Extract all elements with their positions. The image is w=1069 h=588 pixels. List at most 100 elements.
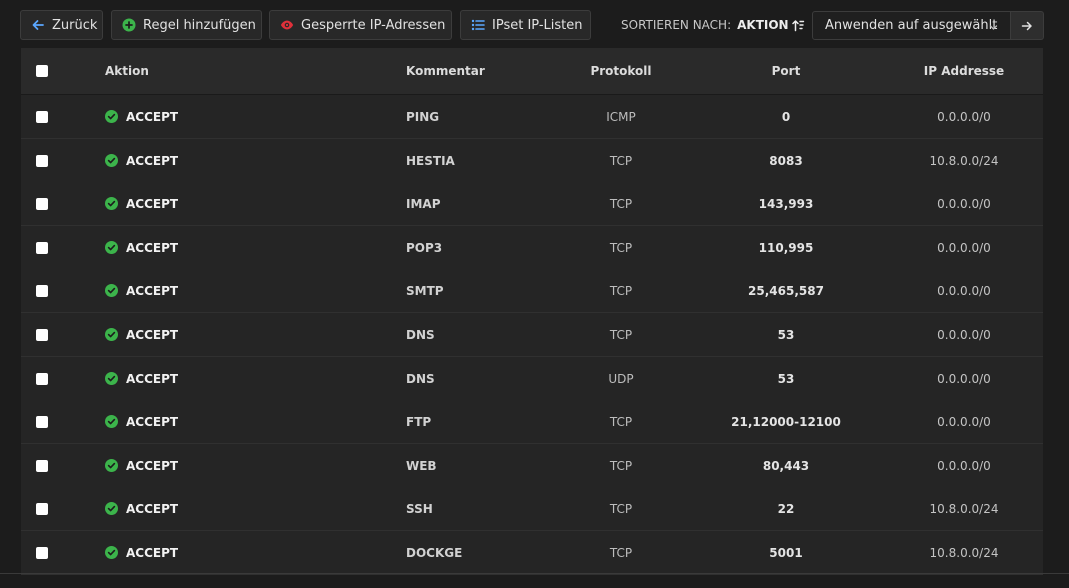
row-checkbox[interactable] — [36, 546, 48, 559]
rule-protocol: TCP — [609, 414, 633, 429]
row-checkbox[interactable] — [36, 459, 48, 472]
rule-port: 5001 — [769, 545, 803, 560]
check-circle-icon — [105, 284, 118, 297]
rule-protocol: TCP — [609, 458, 633, 473]
row-checkbox[interactable] — [36, 284, 48, 297]
column-header-comment[interactable]: Kommentar — [406, 48, 485, 94]
rule-comment: WEB — [406, 458, 437, 473]
row-checkbox[interactable] — [36, 328, 48, 341]
rule-action-label: ACCEPT — [126, 283, 179, 298]
rule-port: 21,12000-12100 — [731, 414, 841, 429]
bulk-action-value: Anwenden auf ausgewählt — [825, 18, 998, 33]
table-row[interactable]: ACCEPT FTP TCP 21,12000-12100 0.0.0.0/0 — [21, 400, 1043, 444]
sort-control: SORTIEREN NACH: AKTION — [621, 18, 805, 32]
rule-action: ACCEPT — [105, 269, 178, 312]
row-checkbox[interactable] — [36, 154, 48, 167]
rule-protocol: TCP — [609, 283, 633, 298]
column-header-protocol[interactable]: Protokoll — [561, 48, 681, 94]
ipset-lists-button[interactable]: IPset IP-Listen — [460, 10, 591, 40]
row-checkbox[interactable] — [36, 197, 48, 210]
back-button-label: Zurück — [52, 17, 98, 33]
table-row[interactable]: ACCEPT IMAP TCP 143,993 0.0.0.0/0 — [21, 182, 1043, 226]
rule-ip-address: 10.8.0.0/24 — [929, 545, 999, 560]
rule-action: ACCEPT — [105, 139, 178, 182]
rule-action: ACCEPT — [105, 95, 178, 138]
rule-protocol: ICMP — [606, 109, 636, 124]
row-checkbox[interactable] — [36, 372, 48, 385]
rule-action-label: ACCEPT — [126, 327, 179, 342]
rule-comment: FTP — [406, 414, 432, 429]
table-row[interactable]: ACCEPT WEB TCP 80,443 0.0.0.0/0 — [21, 444, 1043, 488]
blocked-ips-button[interactable]: Gesperrte IP-Adressen — [269, 10, 452, 40]
table-row[interactable]: ACCEPT PING ICMP 0 0.0.0.0/0 — [21, 95, 1043, 139]
rule-comment: DNS — [406, 371, 435, 386]
sort-arrows-icon[interactable] — [791, 19, 805, 32]
bulk-action-select[interactable]: Anwenden auf ausgewählt — [812, 11, 1011, 40]
rule-action-label: ACCEPT — [126, 109, 179, 124]
row-checkbox[interactable] — [36, 241, 48, 254]
rule-action-label: ACCEPT — [126, 196, 179, 211]
back-button[interactable]: Zurück — [20, 10, 103, 40]
column-header-action[interactable]: Aktion — [105, 48, 149, 94]
rule-ip-address: 0.0.0.0/0 — [937, 414, 991, 429]
rule-action: ACCEPT — [105, 226, 178, 269]
table-row[interactable]: ACCEPT DNS UDP 53 0.0.0.0/0 — [21, 357, 1043, 401]
table-row[interactable]: ACCEPT DNS TCP 53 0.0.0.0/0 — [21, 313, 1043, 357]
add-rule-button[interactable]: Regel hinzufügen — [111, 10, 262, 40]
check-circle-icon — [105, 328, 118, 341]
rule-ip-address: 0.0.0.0/0 — [937, 240, 991, 255]
apply-bulk-action-button[interactable] — [1011, 11, 1044, 40]
rule-action-label: ACCEPT — [126, 501, 179, 516]
table-row[interactable]: ACCEPT SMTP TCP 25,465,587 0.0.0.0/0 — [21, 269, 1043, 313]
list-icon — [471, 18, 485, 32]
rule-protocol: TCP — [609, 545, 633, 560]
ipset-lists-label: IPset IP-Listen — [492, 17, 583, 33]
rule-comment: SMTP — [406, 283, 444, 298]
rule-port: 22 — [777, 501, 795, 516]
rule-ip-address: 0.0.0.0/0 — [937, 327, 991, 342]
rule-protocol: TCP — [609, 327, 633, 342]
rule-ip-address: 0.0.0.0/0 — [937, 283, 991, 298]
rule-protocol: TCP — [609, 153, 633, 168]
rule-port: 143,993 — [758, 196, 814, 211]
rule-comment: SSH — [406, 501, 433, 516]
sort-value[interactable]: AKTION — [737, 18, 788, 32]
rule-protocol: TCP — [609, 240, 633, 255]
rule-comment: DNS — [406, 327, 435, 342]
plus-circle-icon — [122, 18, 136, 32]
table-row[interactable]: ACCEPT SSH TCP 22 10.8.0.0/24 — [21, 487, 1043, 531]
rule-protocol: TCP — [609, 196, 633, 211]
rule-action: ACCEPT — [105, 313, 178, 356]
rule-port: 110,995 — [758, 240, 814, 255]
table-row[interactable]: ACCEPT HESTIA TCP 8083 10.8.0.0/24 — [21, 139, 1043, 183]
check-circle-icon — [105, 154, 118, 167]
row-checkbox[interactable] — [36, 502, 48, 515]
rule-ip-address: 0.0.0.0/0 — [937, 109, 991, 124]
check-circle-icon — [105, 502, 118, 515]
arrow-right-icon — [1021, 20, 1033, 32]
rule-port: 53 — [777, 371, 795, 386]
check-circle-icon — [105, 415, 118, 428]
rule-action: ACCEPT — [105, 444, 178, 487]
rule-port: 0 — [781, 109, 791, 124]
rule-port: 53 — [777, 327, 795, 342]
rule-port: 80,443 — [762, 458, 810, 473]
toolbar: Zurück Regel hinzufügen Gesperrte IP-Adr… — [0, 0, 1069, 50]
select-all-checkbox[interactable] — [36, 65, 48, 77]
row-checkbox[interactable] — [36, 415, 48, 428]
rule-action-label: ACCEPT — [126, 371, 179, 386]
column-header-port[interactable]: Port — [706, 48, 866, 94]
table-row[interactable]: ACCEPT DOCKGE TCP 5001 10.8.0.0/24 — [21, 531, 1043, 575]
arrow-left-icon — [31, 18, 45, 32]
row-checkbox[interactable] — [36, 110, 48, 123]
check-circle-icon — [105, 459, 118, 472]
check-circle-icon — [105, 241, 118, 254]
rule-comment: PING — [406, 109, 440, 124]
rule-ip-address: 0.0.0.0/0 — [937, 458, 991, 473]
rule-action: ACCEPT — [105, 357, 178, 400]
rule-action-label: ACCEPT — [126, 153, 179, 168]
rule-action-label: ACCEPT — [126, 545, 179, 560]
rule-port: 8083 — [769, 153, 803, 168]
column-header-ip[interactable]: IP Addresse — [889, 48, 1039, 94]
table-row[interactable]: ACCEPT POP3 TCP 110,995 0.0.0.0/0 — [21, 226, 1043, 270]
